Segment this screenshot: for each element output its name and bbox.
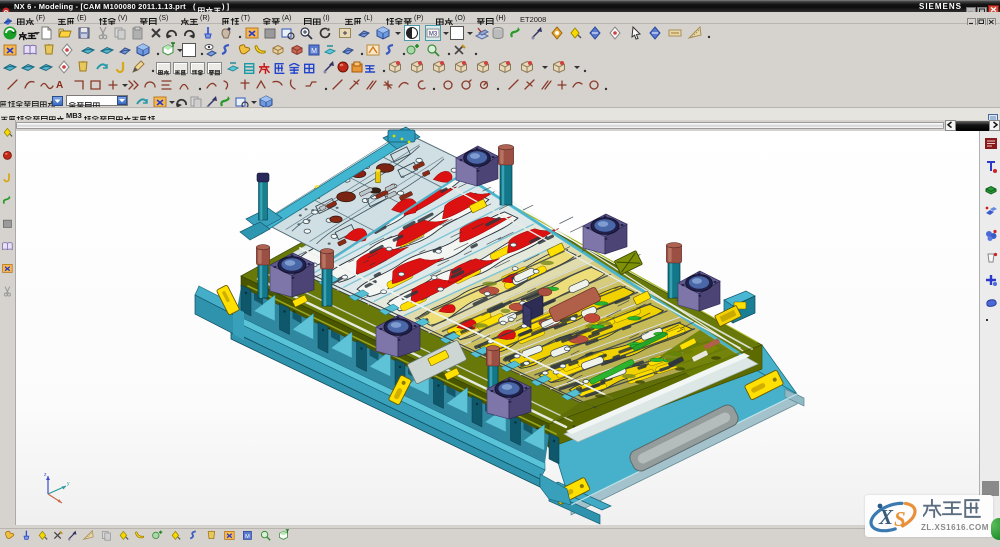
svg-text:M: M [245, 534, 250, 540]
svg-text:S: S [894, 507, 906, 531]
svg-text:M: M [311, 48, 317, 55]
svg-text:z: z [44, 472, 47, 478]
svg-text:y: y [67, 481, 70, 487]
svg-text:X: X [878, 505, 894, 529]
svg-text:M3: M3 [429, 32, 438, 38]
